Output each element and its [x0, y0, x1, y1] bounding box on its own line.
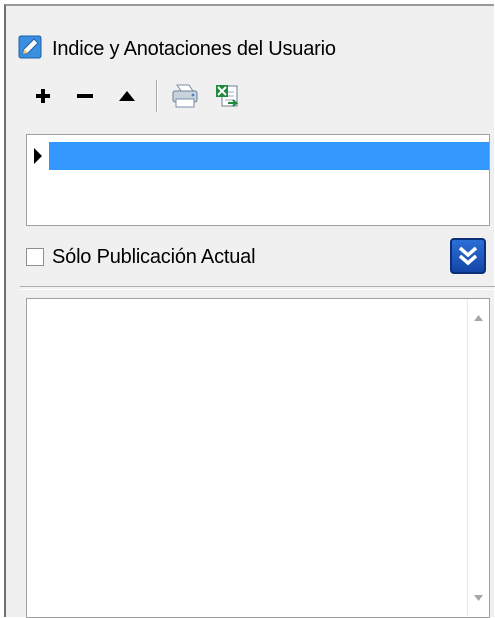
export-button[interactable]	[208, 77, 246, 115]
double-chevron-down-icon	[458, 246, 478, 266]
filter-bar: Sólo Publicación Actual	[26, 234, 488, 280]
add-button[interactable]	[24, 77, 62, 115]
vertical-scrollbar[interactable]	[467, 299, 489, 617]
scroll-up-arrow-icon	[474, 315, 483, 321]
scroll-down-arrow-icon	[474, 595, 483, 601]
row-pointer-icon	[27, 142, 49, 170]
move-up-button[interactable]	[108, 77, 146, 115]
print-button[interactable]	[166, 77, 204, 115]
tree-row[interactable]	[27, 142, 489, 170]
current-publication-label[interactable]: Sólo Publicación Actual	[52, 246, 256, 269]
tree-row-selection[interactable]	[49, 142, 489, 170]
panel-divider	[20, 286, 495, 290]
annotations-panel: Indice y Anotaciones del Usuario Sólo Pu…	[4, 4, 495, 618]
current-publication-checkbox[interactable]	[26, 248, 44, 266]
minus-icon	[77, 94, 93, 98]
triangle-up-icon	[119, 91, 135, 101]
toolbar	[24, 76, 324, 116]
remove-button[interactable]	[66, 77, 104, 115]
excel-export-icon	[216, 85, 239, 107]
plus-icon	[36, 89, 50, 103]
expand-button[interactable]	[450, 238, 486, 274]
toolbar-separator	[156, 80, 158, 112]
printer-icon	[172, 84, 198, 108]
annotation-tree[interactable]	[26, 134, 490, 226]
annotation-content-area[interactable]	[26, 298, 490, 618]
pencil-icon	[18, 35, 42, 64]
scroll-down-button[interactable]	[468, 587, 489, 609]
scroll-up-button[interactable]	[468, 307, 489, 329]
panel-title: Indice y Anotaciones del Usuario	[52, 37, 336, 60]
panel-header: Indice y Anotaciones del Usuario	[18, 34, 478, 64]
